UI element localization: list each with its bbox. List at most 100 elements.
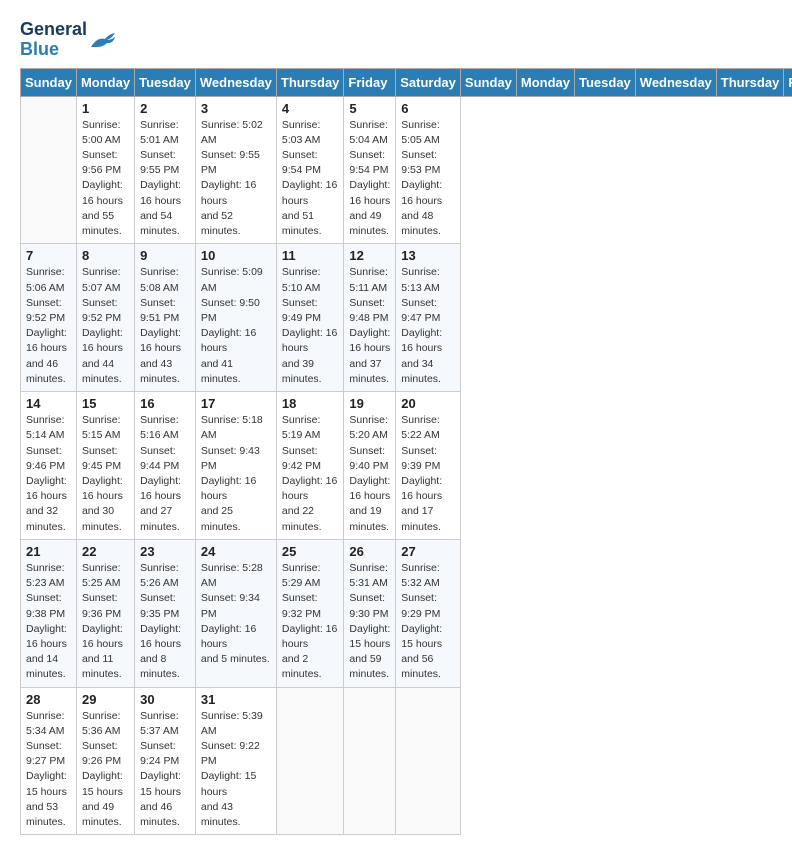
calendar-cell: 17Sunrise: 5:18 AM Sunset: 9:43 PM Dayli…	[195, 392, 276, 540]
calendar-week-1: 1Sunrise: 5:00 AM Sunset: 9:56 PM Daylig…	[21, 96, 792, 244]
day-number: 14	[26, 396, 71, 411]
calendar-cell: 2 Sunrise: 5:01 AM Sunset: 9:55 PM Daylig…	[135, 96, 196, 244]
day-number: 15	[82, 396, 129, 411]
day-number: 21	[26, 544, 71, 559]
day-info: Sunrise: 5:26 AM Sunset: 9:35 PM Dayligh…	[140, 561, 190, 683]
day-info: Sunrise: 5:31 AM Sunset: 9:30 PM Dayligh…	[349, 561, 390, 683]
calendar-cell: 10Sunrise: 5:09 AM Sunset: 9:50 PM Dayli…	[195, 244, 276, 392]
day-number: 2	[140, 101, 190, 116]
col-header-thursday: Thursday	[716, 68, 784, 96]
day-info: Sunrise: 5:08 AM Sunset: 9:51 PM Dayligh…	[140, 265, 190, 387]
day-info: Sunrise: 5:00 AM Sunset: 9:56 PM Dayligh…	[82, 118, 129, 240]
day-number: 24	[201, 544, 271, 559]
day-number: 9	[140, 248, 190, 263]
day-info: Sunrise: 5:39 AM Sunset: 9:22 PM Dayligh…	[201, 709, 271, 831]
calendar-cell	[396, 687, 461, 835]
day-number: 23	[140, 544, 190, 559]
header-friday: Friday	[344, 68, 396, 96]
day-number: 18	[282, 396, 339, 411]
day-number: 4	[282, 101, 339, 116]
day-number: 31	[201, 692, 271, 707]
day-number: 22	[82, 544, 129, 559]
day-info: Sunrise: 5:11 AM Sunset: 9:48 PM Dayligh…	[349, 265, 390, 387]
day-info: Sunrise: 5:18 AM Sunset: 9:43 PM Dayligh…	[201, 413, 271, 535]
calendar-cell: 23 Sunrise: 5:26 AM Sunset: 9:35 PM Dayli…	[135, 539, 196, 687]
day-info: Sunrise: 5:01 AM Sunset: 9:55 PM Dayligh…	[140, 118, 190, 240]
calendar-cell: 6 Sunrise: 5:05 AM Sunset: 9:53 PM Daylig…	[396, 96, 461, 244]
calendar-cell: 30 Sunrise: 5:37 AM Sunset: 9:24 PM Dayli…	[135, 687, 196, 835]
calendar-cell: 8Sunrise: 5:07 AM Sunset: 9:52 PM Daylig…	[76, 244, 134, 392]
day-info: Sunrise: 5:16 AM Sunset: 9:44 PM Dayligh…	[140, 413, 190, 535]
calendar-cell: 14 Sunrise: 5:14 AM Sunset: 9:46 PM Dayli…	[21, 392, 77, 540]
day-number: 3	[201, 101, 271, 116]
day-info: Sunrise: 5:37 AM Sunset: 9:24 PM Dayligh…	[140, 709, 190, 831]
day-number: 30	[140, 692, 190, 707]
calendar-cell	[276, 687, 344, 835]
col-header-tuesday: Tuesday	[575, 68, 636, 96]
day-info: Sunrise: 5:07 AM Sunset: 9:52 PM Dayligh…	[82, 265, 129, 387]
header-monday: Monday	[76, 68, 134, 96]
calendar-cell: 25 Sunrise: 5:29 AM Sunset: 9:32 PM Dayli…	[276, 539, 344, 687]
day-info: Sunrise: 5:25 AM Sunset: 9:36 PM Dayligh…	[82, 561, 129, 683]
calendar-cell: 22 Sunrise: 5:25 AM Sunset: 9:36 PM Dayli…	[76, 539, 134, 687]
calendar-cell: 3 Sunrise: 5:02 AM Sunset: 9:55 PM Daylig…	[195, 96, 276, 244]
calendar-cell: 1Sunrise: 5:00 AM Sunset: 9:56 PM Daylig…	[76, 96, 134, 244]
header-sunday: Sunday	[21, 68, 77, 96]
day-info: Sunrise: 5:10 AM Sunset: 9:49 PM Dayligh…	[282, 265, 339, 387]
logo-text: GeneralBlue	[20, 20, 87, 60]
page-header: GeneralBlue	[20, 20, 772, 60]
logo-bird-icon	[89, 29, 117, 51]
calendar-cell: 28 Sunrise: 5:34 AM Sunset: 9:27 PM Dayli…	[21, 687, 77, 835]
day-info: Sunrise: 5:19 AM Sunset: 9:42 PM Dayligh…	[282, 413, 339, 535]
day-info: Sunrise: 5:13 AM Sunset: 9:47 PM Dayligh…	[401, 265, 455, 387]
header-tuesday: Tuesday	[135, 68, 196, 96]
day-info: Sunrise: 5:04 AM Sunset: 9:54 PM Dayligh…	[349, 118, 390, 240]
header-wednesday: Wednesday	[195, 68, 276, 96]
day-number: 16	[140, 396, 190, 411]
calendar-week-3: 14 Sunrise: 5:14 AM Sunset: 9:46 PM Dayli…	[21, 392, 792, 540]
day-number: 20	[401, 396, 455, 411]
calendar-cell: 31 Sunrise: 5:39 AM Sunset: 9:22 PM Dayli…	[195, 687, 276, 835]
calendar-cell: 18 Sunrise: 5:19 AM Sunset: 9:42 PM Dayli…	[276, 392, 344, 540]
calendar-cell	[344, 687, 396, 835]
col-header-sunday: Sunday	[460, 68, 516, 96]
calendar-cell: 29 Sunrise: 5:36 AM Sunset: 9:26 PM Dayli…	[76, 687, 134, 835]
day-number: 27	[401, 544, 455, 559]
calendar-cell: 13 Sunrise: 5:13 AM Sunset: 9:47 PM Dayli…	[396, 244, 461, 392]
day-number: 19	[349, 396, 390, 411]
day-info: Sunrise: 5:28 AM Sunset: 9:34 PM Dayligh…	[201, 561, 271, 668]
day-info: Sunrise: 5:20 AM Sunset: 9:40 PM Dayligh…	[349, 413, 390, 535]
col-header-friday: Friday	[784, 68, 792, 96]
calendar-header-row: SundayMondayTuesdayWednesdayThursdayFrid…	[21, 68, 792, 96]
calendar-cell: 9 Sunrise: 5:08 AM Sunset: 9:51 PM Daylig…	[135, 244, 196, 392]
day-info: Sunrise: 5:34 AM Sunset: 9:27 PM Dayligh…	[26, 709, 71, 831]
calendar-cell: 19 Sunrise: 5:20 AM Sunset: 9:40 PM Dayli…	[344, 392, 396, 540]
day-number: 7	[26, 248, 71, 263]
calendar-week-4: 21Sunrise: 5:23 AM Sunset: 9:38 PM Dayli…	[21, 539, 792, 687]
day-number: 12	[349, 248, 390, 263]
day-info: Sunrise: 5:36 AM Sunset: 9:26 PM Dayligh…	[82, 709, 129, 831]
day-info: Sunrise: 5:02 AM Sunset: 9:55 PM Dayligh…	[201, 118, 271, 240]
day-number: 26	[349, 544, 390, 559]
day-number: 25	[282, 544, 339, 559]
calendar-cell: 20Sunrise: 5:22 AM Sunset: 9:39 PM Dayli…	[396, 392, 461, 540]
day-info: Sunrise: 5:32 AM Sunset: 9:29 PM Dayligh…	[401, 561, 455, 683]
day-info: Sunrise: 5:05 AM Sunset: 9:53 PM Dayligh…	[401, 118, 455, 240]
day-number: 13	[401, 248, 455, 263]
day-number: 28	[26, 692, 71, 707]
calendar-cell: 27 Sunrise: 5:32 AM Sunset: 9:29 PM Dayli…	[396, 539, 461, 687]
day-info: Sunrise: 5:29 AM Sunset: 9:32 PM Dayligh…	[282, 561, 339, 683]
calendar-cell: 15 Sunrise: 5:15 AM Sunset: 9:45 PM Dayli…	[76, 392, 134, 540]
day-number: 6	[401, 101, 455, 116]
calendar-cell: 16 Sunrise: 5:16 AM Sunset: 9:44 PM Dayli…	[135, 392, 196, 540]
day-info: Sunrise: 5:06 AM Sunset: 9:52 PM Dayligh…	[26, 265, 71, 387]
col-header-monday: Monday	[516, 68, 574, 96]
logo: GeneralBlue	[20, 20, 117, 60]
day-info: Sunrise: 5:09 AM Sunset: 9:50 PM Dayligh…	[201, 265, 271, 387]
day-number: 11	[282, 248, 339, 263]
calendar-cell: 12 Sunrise: 5:11 AM Sunset: 9:48 PM Dayli…	[344, 244, 396, 392]
day-number: 29	[82, 692, 129, 707]
day-info: Sunrise: 5:03 AM Sunset: 9:54 PM Dayligh…	[282, 118, 339, 240]
day-info: Sunrise: 5:14 AM Sunset: 9:46 PM Dayligh…	[26, 413, 71, 535]
day-info: Sunrise: 5:15 AM Sunset: 9:45 PM Dayligh…	[82, 413, 129, 535]
